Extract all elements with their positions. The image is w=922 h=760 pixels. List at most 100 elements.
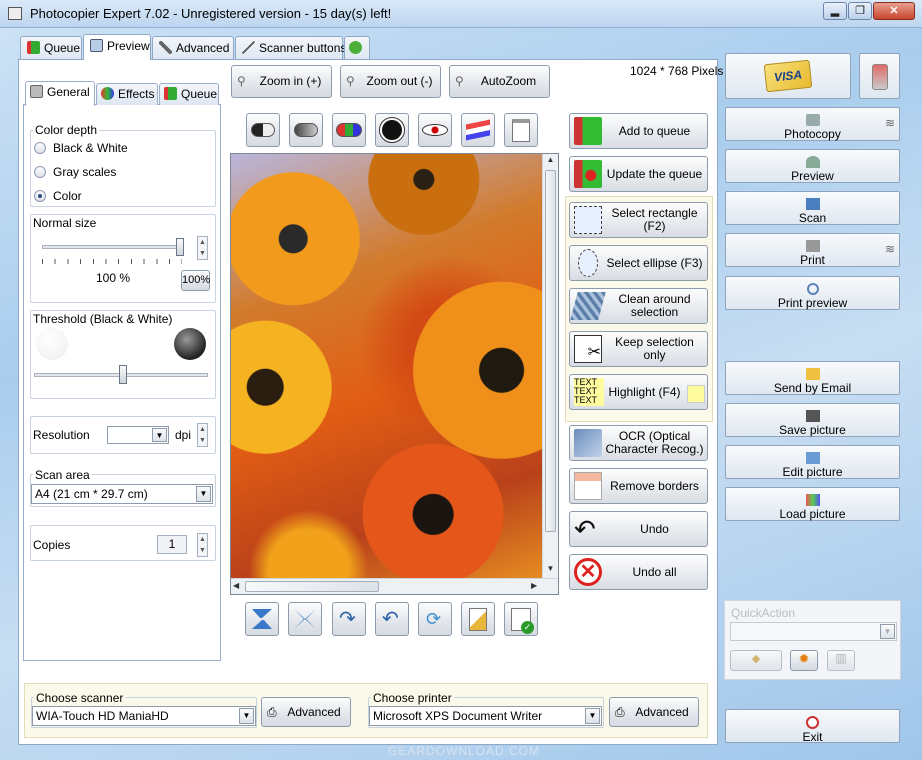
horizontal-scrollbar[interactable]: ◀ ▶ [231, 578, 558, 594]
add-to-queue-button[interactable]: Add to queue [569, 113, 708, 149]
normal-size-spinner[interactable]: ▲ ▼ [197, 236, 208, 260]
flip-horizontal-icon [294, 609, 316, 629]
normal-size-slider[interactable] [42, 245, 182, 249]
threshold-slider-thumb[interactable] [119, 365, 127, 384]
select-ellipse-button[interactable]: Select ellipse (F3) [569, 245, 708, 281]
rotate-right-button[interactable]: ↷ [332, 602, 366, 636]
recycle-button[interactable] [859, 53, 900, 99]
save-picture-button[interactable]: Save picture [725, 403, 900, 437]
load-picture-button[interactable]: Load picture [725, 487, 900, 521]
keep-selection-only-button[interactable]: ✂ Keep selection only [569, 331, 708, 367]
effect-rgb-button[interactable] [332, 113, 366, 147]
scan-area-select[interactable]: A4 (21 cm * 29.7 cm) ▼ [31, 484, 213, 504]
validate-button[interactable]: ✓ [504, 602, 538, 636]
undo-all-button[interactable]: ✕ Undo all [569, 554, 708, 590]
preview-button[interactable]: Preview [725, 149, 900, 183]
ocr-button[interactable]: OCR (Optical Character Recog.) [569, 425, 708, 461]
send-by-email-button[interactable]: Send by Email [725, 361, 900, 395]
quickaction-select[interactable]: ▼ [730, 622, 897, 641]
scroll-up-icon[interactable]: ▲ [543, 155, 558, 164]
scroll-down-icon[interactable]: ▼ [543, 564, 558, 573]
effect-flag-button[interactable] [461, 113, 495, 147]
gray-circles-icon [294, 123, 318, 137]
effect-redeye-button[interactable] [418, 113, 452, 147]
scanner-advanced-button[interactable]: ⎙ Advanced [261, 697, 351, 727]
magnifier-icon: ⚲ [346, 74, 355, 88]
tab-advanced[interactable]: Advanced [152, 36, 234, 60]
scroll-right-icon[interactable]: ▶ [531, 581, 537, 590]
highlight-color-swatch[interactable] [687, 385, 705, 403]
tab-extra[interactable] [344, 36, 370, 60]
printer-advanced-button[interactable]: ⎙ Advanced [609, 697, 699, 727]
subtab-queue[interactable]: Queue [159, 83, 219, 105]
resolution-select[interactable]: ▼ [107, 426, 169, 444]
scroll-left-icon[interactable]: ◀ [233, 581, 239, 590]
effect-bw-button[interactable] [246, 113, 280, 147]
title-bar[interactable]: Photocopier Expert 7.02 - Unregistered v… [0, 0, 922, 28]
trash-can-icon [871, 64, 888, 90]
edit-picture-button[interactable]: Edit picture [725, 445, 900, 479]
register-button[interactable]: VISA [725, 53, 851, 99]
preview-image[interactable] [231, 154, 542, 578]
subtab-effects[interactable]: Effects [96, 83, 158, 105]
horizontal-scroll-thumb[interactable] [245, 581, 379, 592]
scan-button[interactable]: Scan [725, 191, 900, 225]
scanner-select[interactable]: WIA-Touch HD ManiaHD ▼ [32, 706, 256, 726]
clean-around-selection-button[interactable]: Clean around selection [569, 288, 708, 324]
preview-icon [90, 39, 103, 52]
undo-button[interactable]: ↶ Undo [569, 511, 708, 547]
threshold-label: Threshold (Black & White) [33, 312, 173, 326]
flip-vertical-button[interactable] [245, 602, 279, 636]
highlight-text-icon: TEXT TEXT TEXT [574, 378, 604, 406]
tab-scanner-buttons[interactable]: Scanner buttons [235, 36, 346, 60]
email-icon [805, 368, 820, 380]
print-preview-button[interactable]: Print preview [725, 276, 900, 310]
maximize-button[interactable]: ❐ [848, 2, 872, 20]
quickaction-delete-button[interactable]: ▥ [827, 650, 855, 671]
print-button[interactable]: Print ≋ [725, 233, 900, 267]
copies-spinner[interactable]: ▲ ▼ [197, 533, 208, 557]
zoom-out-button[interactable]: ⚲ Zoom out (-) [340, 65, 441, 98]
highlight-button[interactable]: TEXT TEXT TEXT Highlight (F4) [569, 374, 708, 410]
tab-queue[interactable]: Queue [20, 36, 82, 60]
image-dimensions: 1024 * 768 Pixels [630, 64, 724, 78]
flag-icon [466, 119, 490, 141]
autozoom-button[interactable]: ⚲ AutoZoom [449, 65, 550, 98]
flip-horizontal-button[interactable] [288, 602, 322, 636]
copies-input[interactable]: 1 [157, 535, 187, 554]
crop-page-button[interactable] [461, 602, 495, 636]
quickaction-run-button[interactable]: ◆ [730, 650, 782, 671]
tab-preview[interactable]: Preview [83, 34, 151, 60]
resolution-spinner[interactable]: ▲ ▼ [197, 423, 208, 447]
effect-gray-button[interactable] [289, 113, 323, 147]
radio-black-white[interactable] [34, 142, 46, 154]
page-icon [469, 608, 487, 631]
effect-clipboard-button[interactable] [504, 113, 538, 147]
normal-size-slider-thumb[interactable] [176, 238, 184, 256]
zoom-in-button[interactable]: ⚲ Zoom in (+) [231, 65, 332, 98]
minimize-button[interactable]: ▂ [823, 2, 847, 20]
book-red-icon [574, 160, 602, 188]
chevron-down-icon: ▼ [880, 624, 895, 639]
radio-gray-scales[interactable] [34, 166, 46, 178]
radio-color[interactable] [34, 190, 46, 202]
subtab-general[interactable]: General [25, 81, 95, 106]
vertical-scrollbar[interactable]: ▲ ▼ [542, 154, 558, 578]
effect-invert-button[interactable] [375, 113, 409, 147]
wand-icon [242, 41, 255, 54]
select-rectangle-button[interactable]: Select rectangle (F2) [569, 202, 708, 238]
printer-select[interactable]: Microsoft XPS Document Writer ▼ [369, 706, 602, 726]
remove-borders-button[interactable]: Remove borders [569, 468, 708, 504]
close-button[interactable]: ✕ [873, 2, 915, 20]
rotate-right-icon: ↷ [339, 608, 356, 630]
rotate-left-button[interactable]: ↶ [375, 602, 409, 636]
quickaction-new-button[interactable]: ✹ [790, 650, 818, 671]
exit-button[interactable]: Exit [725, 709, 900, 744]
normal-size-label: Normal size [33, 216, 97, 230]
update-queue-button[interactable]: Update the queue [569, 156, 708, 192]
reset-100-button[interactable]: 100% [181, 270, 210, 291]
photocopy-button[interactable]: Photocopy ≋ [725, 107, 900, 141]
refresh-button[interactable]: ⟳ [418, 602, 452, 636]
clipboard-icon [512, 119, 530, 142]
vertical-scroll-thumb[interactable] [545, 170, 556, 532]
